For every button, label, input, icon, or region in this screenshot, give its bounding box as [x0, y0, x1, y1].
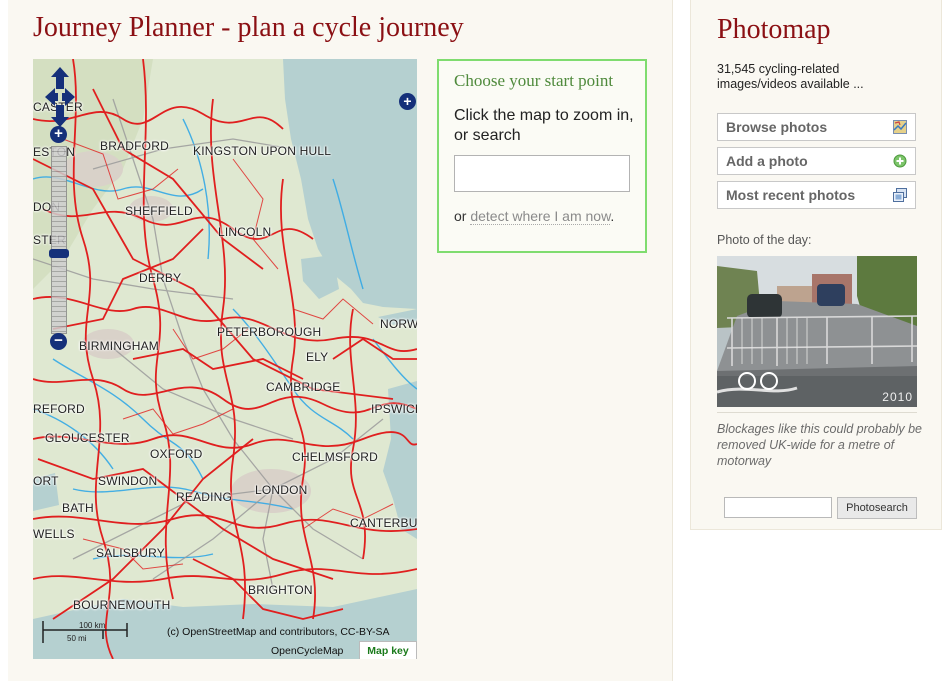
map-place-label: REFORD [33, 402, 85, 416]
map-key-tab[interactable]: Map key [359, 641, 417, 659]
zoom-out-button[interactable]: − [50, 333, 67, 350]
map-place-label: BRADFORD [100, 139, 169, 153]
map-place-label: NORW [380, 317, 417, 331]
start-point-box: Choose your start point Click the map to… [437, 59, 647, 253]
map-layer-label: OpenCycleMap [271, 645, 344, 657]
detect-location-link[interactable]: detect where I am now [470, 208, 611, 225]
photo-of-day-label: Photo of the day: [717, 233, 812, 247]
map-photo-icon [893, 120, 907, 134]
pan-control[interactable] [45, 67, 75, 127]
map-place-label: BOURNEMOUTH [73, 598, 171, 612]
map-place-label: READING [176, 490, 233, 504]
zoom-in-button[interactable]: + [50, 126, 67, 143]
photosearch-input[interactable] [724, 497, 832, 518]
add-photo-button[interactable]: Add a photo [717, 147, 916, 175]
start-search-input[interactable] [454, 155, 630, 192]
start-point-title: Choose your start point [454, 71, 614, 90]
map-place-label: BATH [62, 501, 94, 515]
map-place-label: KINGSTON UPON HULL [193, 144, 332, 158]
photomap-title: Photomap [717, 14, 831, 45]
map-place-label: OXFORD [150, 447, 203, 461]
add-circle-icon [893, 154, 907, 168]
zoom-slider-track[interactable] [51, 146, 67, 334]
photo-stack-icon [893, 188, 907, 202]
zoom-slider-handle[interactable] [49, 249, 69, 258]
caption-divider [717, 412, 917, 413]
photo-year: 2010 [882, 390, 913, 404]
map-place-label: GLOUCESTER [45, 431, 130, 445]
map-place-label: ORT [33, 474, 59, 488]
photo-of-day-image[interactable]: 2010 [717, 256, 917, 407]
map-place-label: SHEFFIELD [125, 204, 193, 218]
detect-location-line: or detect where I am now. [454, 208, 615, 225]
map-place-label: LINCOLN [218, 225, 272, 239]
map-place-label: DERBY [139, 271, 182, 285]
map-place-label: CHELMSFORD [292, 450, 379, 464]
map-place-label: WELLS [33, 527, 75, 541]
browse-photos-label: Browse photos [726, 119, 828, 135]
zoom-bar[interactable]: + − [49, 126, 70, 358]
map-place-label: ELY [306, 350, 329, 364]
map-place-label: CAMBRIDGE [266, 380, 341, 394]
recent-photos-button[interactable]: Most recent photos [717, 181, 916, 209]
layer-switcher-button[interactable]: + [399, 93, 416, 110]
start-point-instructions: Click the map to zoom in, or search [454, 107, 634, 144]
map-place-label: BIRMINGHAM [79, 339, 159, 353]
map-place-label: IPSWICH [371, 402, 417, 416]
map-place-label: CANTERBU [350, 516, 417, 530]
photomap-panel: Photomap 31,545 cycling-related images/v… [690, 0, 942, 530]
journey-planner-panel: Journey Planner - plan a cycle journey B… [8, 0, 673, 681]
route-map[interactable]: CASTER BRADFORD KINGSTON UPON HULL ESTON… [33, 59, 417, 659]
map-attribution: (c) OpenStreetMap and contributors, CC-B… [167, 626, 390, 638]
map-place-label: SALISBURY [96, 546, 165, 560]
map-place-label: PETERBOROUGH [217, 325, 322, 339]
map-place-label: BRIGHTON [248, 583, 313, 597]
pan-arrows-icon[interactable] [45, 67, 75, 127]
photo-of-day-caption: Blockages like this could probably be re… [717, 422, 922, 468]
photo-count-text: 31,545 cycling-related images/videos ava… [717, 62, 864, 91]
page-title: Journey Planner - plan a cycle journey [33, 12, 464, 43]
recent-photos-label: Most recent photos [726, 187, 856, 203]
photo-street-scene [717, 256, 917, 407]
add-photo-label: Add a photo [726, 153, 808, 169]
map-place-label: LONDON [255, 483, 308, 497]
scale-km-label: 100 km [79, 621, 106, 630]
browse-photos-button[interactable]: Browse photos [717, 113, 916, 141]
photosearch-button[interactable]: Photosearch [837, 497, 917, 519]
or-text: or [454, 208, 467, 224]
map-place-label: SWINDON [98, 474, 158, 488]
detect-period: . [610, 208, 615, 224]
map-footer: OpenCycleMap Map key [33, 640, 417, 659]
